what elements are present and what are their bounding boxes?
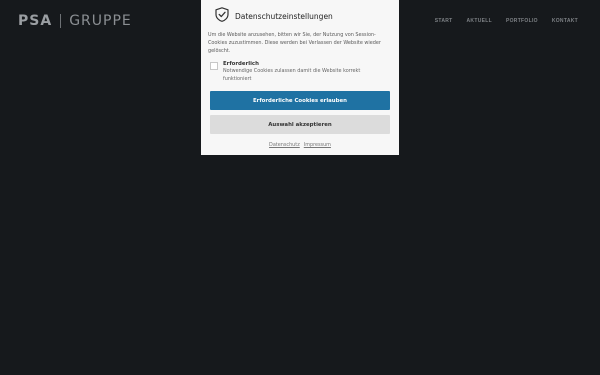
logo-bold-text: PSA	[18, 13, 53, 29]
consent-option-required: Erforderlich Notwendige Cookies zulassen…	[210, 61, 390, 83]
page: PSA GRUPPE START AKTUELL PORTFOLIO KONTA…	[0, 0, 600, 375]
dialog-title: Datenschutzeinstellungen	[235, 11, 333, 21]
imprint-link[interactable]: Impressum	[304, 142, 331, 148]
cookie-consent-dialog: Datenschutzeinstellungen Um die Website …	[201, 0, 399, 155]
option-text: Erforderlich Notwendige Cookies zulassen…	[223, 61, 390, 83]
nav-item-start[interactable]: START	[435, 18, 453, 24]
nav-item-portfolio[interactable]: PORTFOLIO	[506, 18, 538, 24]
shield-check-icon	[215, 6, 229, 26]
option-description: Notwendige Cookies zulassen damit die We…	[223, 68, 361, 82]
nav-item-aktuell[interactable]: AKTUELL	[467, 18, 492, 24]
allow-required-cookies-button[interactable]: Erforderliche Cookies erlauben	[210, 91, 390, 110]
logo-light-text: GRUPPE	[69, 13, 132, 29]
dialog-description: Um die Website anzusehen, bitten wir Sie…	[208, 32, 381, 54]
option-label: Erforderlich	[223, 61, 259, 67]
nav-item-kontakt[interactable]: KONTAKT	[552, 18, 578, 24]
site-logo[interactable]: PSA GRUPPE	[18, 12, 132, 30]
required-checkbox[interactable]	[210, 62, 218, 70]
dialog-header: Datenschutzeinstellungen	[215, 6, 390, 26]
main-nav: START AKTUELL PORTFOLIO KONTAKT	[435, 18, 578, 24]
accept-selection-button[interactable]: Auswahl akzeptieren	[210, 115, 390, 134]
logo-divider	[60, 14, 62, 28]
privacy-link[interactable]: Datenschutz	[269, 142, 300, 148]
dialog-links: Datenschutz Impressum	[210, 142, 390, 148]
